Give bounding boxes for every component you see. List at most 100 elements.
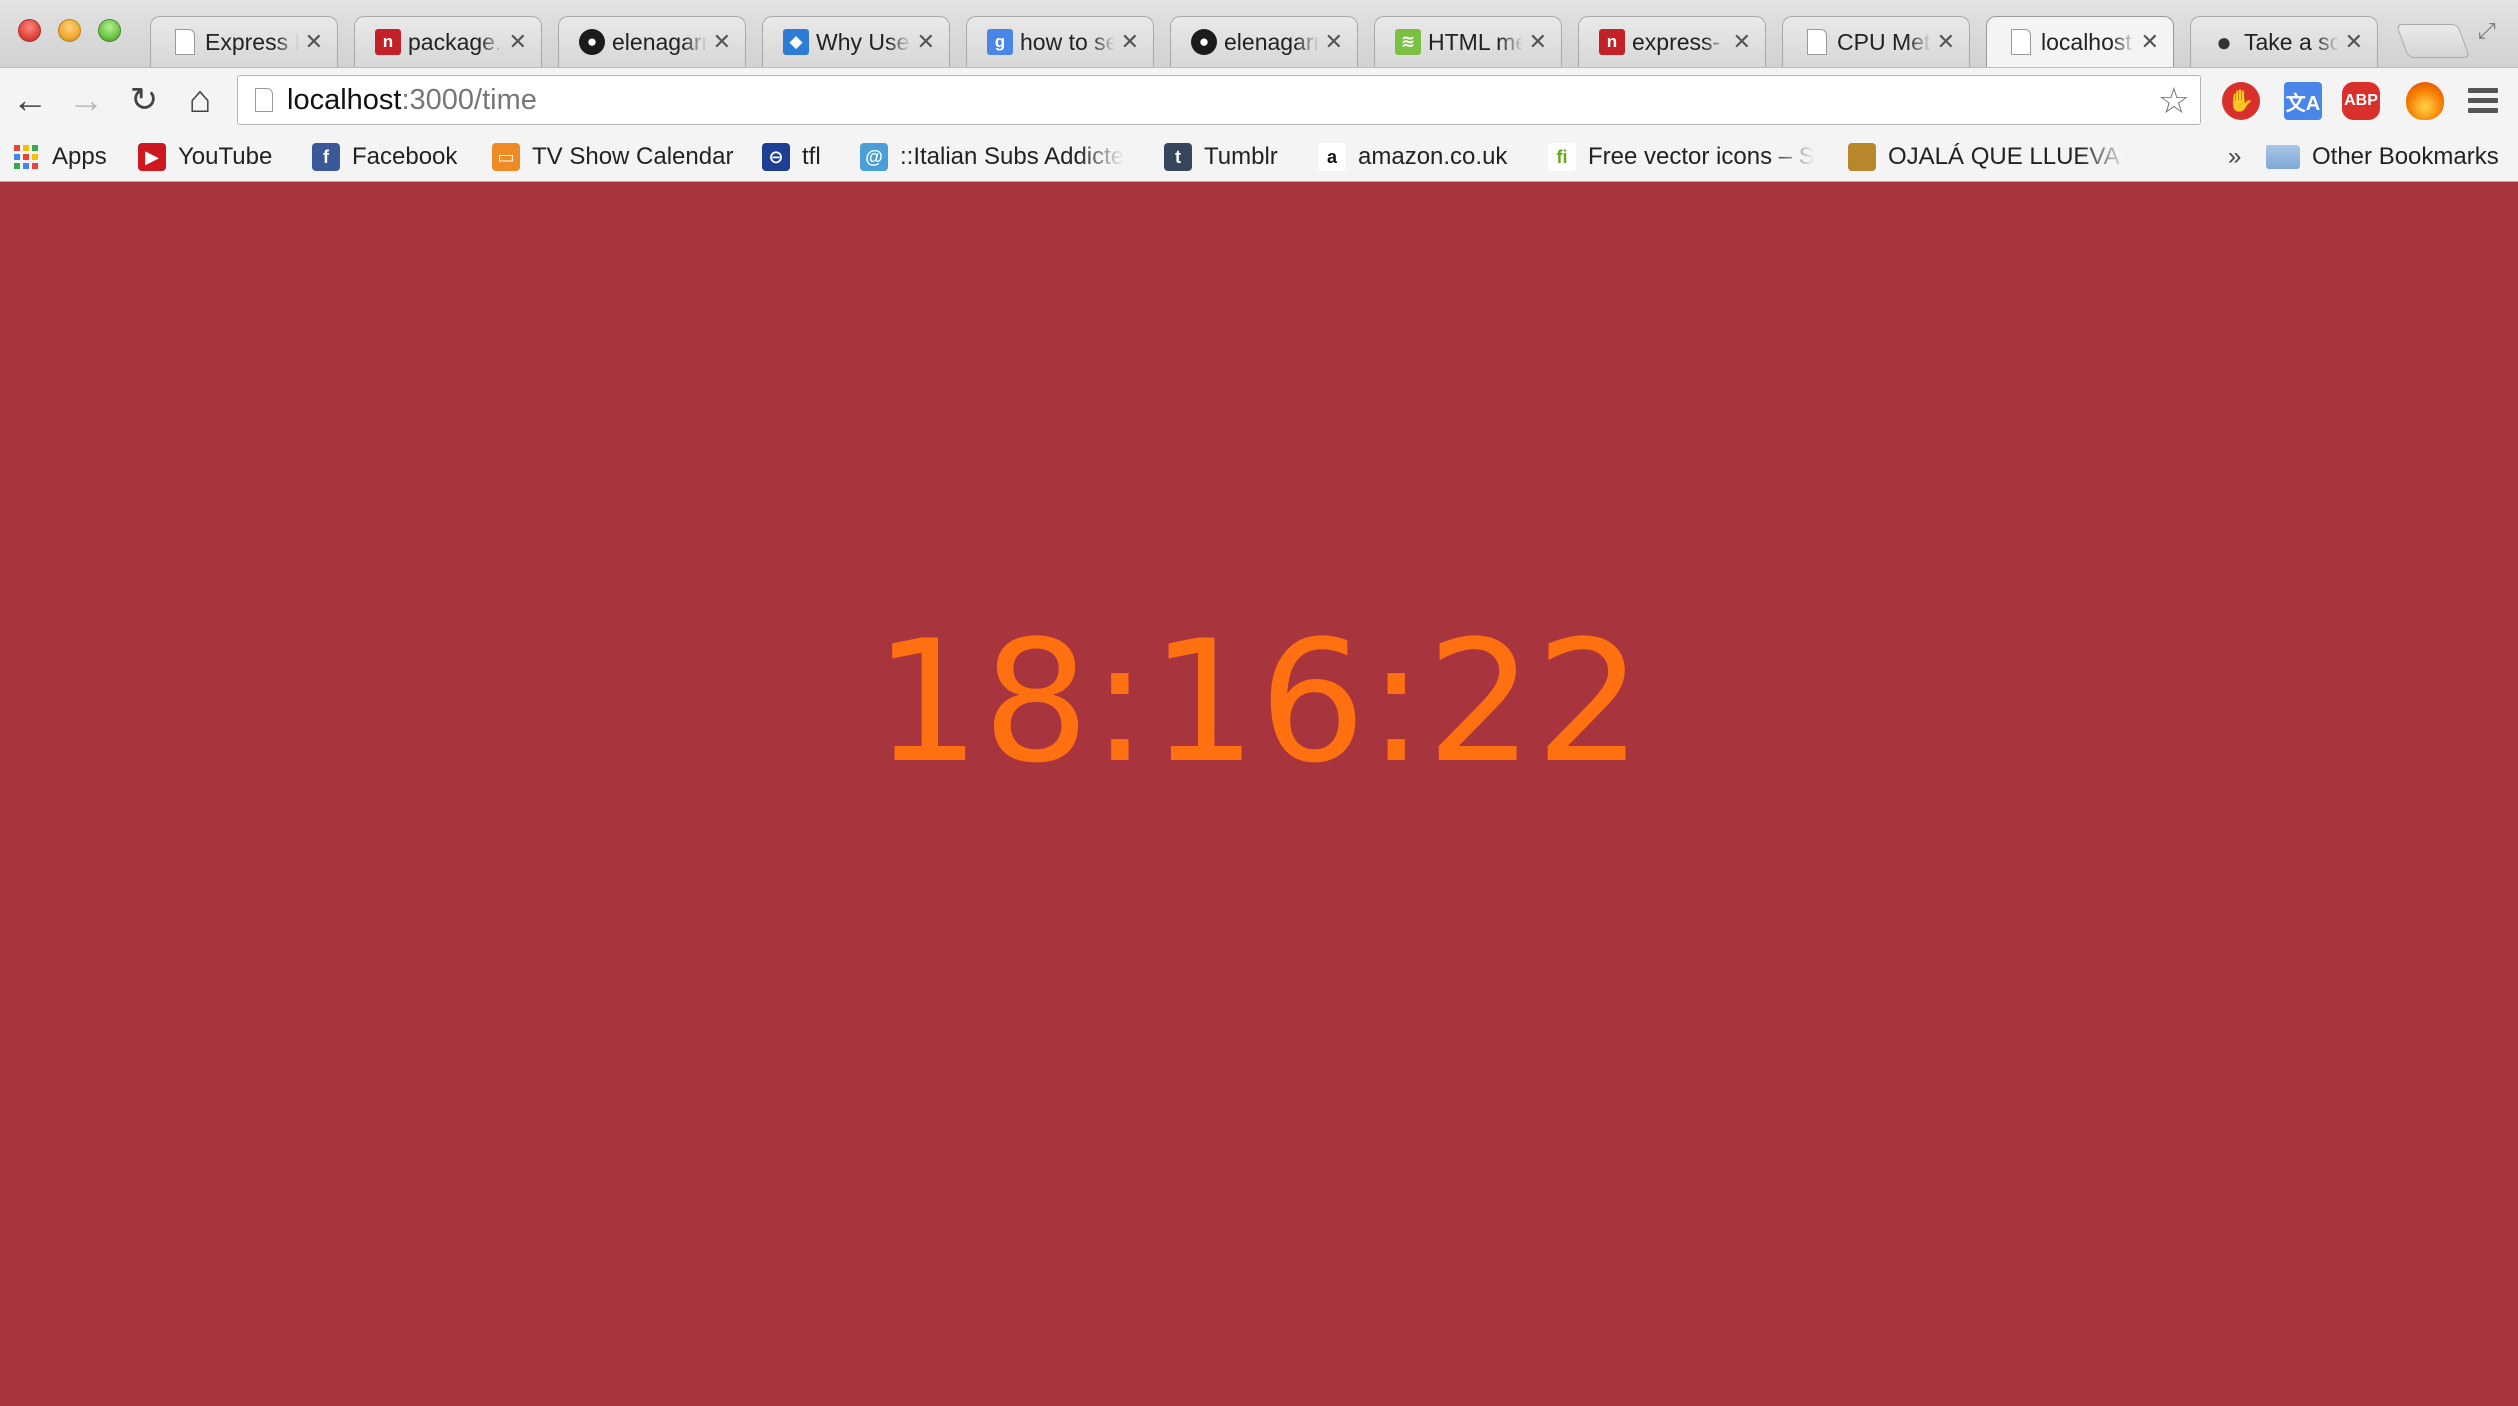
browser-toolbar: ← → ↻ ⌂ localhost:3000/time ☆ ✋ 文A ABP [0,67,2518,133]
tab-close-icon[interactable]: ✕ [1937,29,1955,55]
tab-close-icon[interactable]: ✕ [1733,29,1751,55]
home-button[interactable]: ⌂ [180,80,220,120]
tab-close-icon[interactable]: ✕ [1325,29,1343,55]
tab-close-icon[interactable]: ✕ [509,29,527,55]
tab-close-icon[interactable]: ✕ [713,29,731,55]
zoom-window-button[interactable] [98,19,121,42]
tab-title: localhost [2041,28,2132,55]
google-icon: g [987,29,1013,55]
doc-icon [2011,29,2031,55]
bookmark-amazon-co-uk[interactable]: a amazon.co.uk [1318,141,1507,173]
more-bookmarks-chevron-icon[interactable]: » [2228,143,2241,171]
tab[interactable]: ≋ HTML me ✕ [1374,16,1562,67]
new-tab-button[interactable] [2395,24,2471,58]
bookmark-ojal-que-llueva-c[interactable]: OJALÁ QUE LLUEVA C [1848,141,2128,173]
tab-title: elenagarr [612,28,707,55]
tab[interactable]: ◆ Why Use ✕ [762,16,950,67]
page-icon [255,88,273,112]
bookmark-facebook[interactable]: f Facebook [312,141,457,173]
tab[interactable]: g how to se ✕ [966,16,1154,67]
bookmark-label: YouTube [178,143,273,170]
tab[interactable]: n package.j ✕ [354,16,542,67]
translate-extension-icon[interactable]: 文A [2284,82,2322,120]
fire-extension-icon[interactable] [2406,82,2444,120]
tab-title: Express H [205,28,299,55]
bookmark-label: Free vector icons – S [1588,143,1815,170]
reload-button[interactable]: ↻ [124,80,164,120]
doc-icon [175,29,195,55]
minimize-window-button[interactable] [58,19,81,42]
bookmark-label: tfl [802,143,821,170]
tab[interactable]: Express H✕ [150,16,338,67]
tumblr-icon: t [1164,143,1192,171]
bookmark-tfl[interactable]: ⊖ tfl [762,141,821,173]
tab-close-icon[interactable]: ✕ [305,29,323,55]
bookmark-star-icon[interactable]: ☆ [2158,80,2190,122]
adblock-plus-icon[interactable]: ABP [2342,82,2380,120]
tab[interactable]: ● elenagarr ✕ [1170,16,1358,67]
tab-active[interactable]: localhost ✕ [1986,16,2174,67]
tab-close-icon[interactable]: ✕ [1121,29,1139,55]
fullscreen-icon[interactable]: ⤢ [2478,18,2496,44]
amazon-icon: a [1318,143,1346,171]
bookmark-label: TV Show Calendar [532,143,734,170]
url-text[interactable]: localhost:3000/time [287,84,537,117]
green-site-icon: ≋ [1395,29,1421,55]
bookmark-label: Facebook [352,143,458,170]
tv-icon: ▭ [492,143,520,171]
back-button[interactable]: ← [10,80,50,120]
facebook-icon: f [312,143,340,171]
tab[interactable]: n express- ✕ [1578,16,1766,67]
bookmark-italian-subs-addicte[interactable]: @::Italian Subs Addicte [860,141,1124,173]
tab[interactable]: ● elenagarr ✕ [558,16,746,67]
blue-site-icon: ◆ [783,29,809,55]
thumbnail-icon [1848,143,1876,171]
npm-icon: n [375,29,401,55]
tab-title: CPU Mete [1837,28,1931,55]
tfl-roundel-icon: ⊖ [762,143,790,171]
bookmark-tv-show-calendar[interactable]: ▭ TV Show Calendar [492,141,733,173]
doc-icon [1807,29,1827,55]
tab[interactable]: ● Take a sc ✕ [2190,16,2378,67]
bookmark-youtube[interactable]: ▶ YouTube [138,141,272,173]
tab[interactable]: CPU Mete✕ [1782,16,1970,67]
page-content: 18:16:22 [0,182,2518,1406]
flaticon-icon: fi [1548,143,1576,171]
forward-button[interactable]: → [66,80,106,120]
youtube-icon: ▶ [138,143,166,171]
menu-hamburger-icon[interactable] [2468,88,2498,118]
tab-close-icon[interactable]: ✕ [917,29,935,55]
apps-grid-icon [12,145,40,169]
close-window-button[interactable] [18,19,41,42]
bookmark-label: Tumblr [1204,143,1278,170]
stop-hand-extension-icon[interactable]: ✋ [2222,82,2260,120]
tab-title: package.j [408,28,503,55]
tab-title: HTML me [1428,28,1523,55]
tab-strip: Express H✕npackage.j✕●elenagarr✕◆Why Use… [0,0,2518,67]
url-path: :3000/time [401,83,537,116]
bookmark-label: amazon.co.uk [1358,143,1508,170]
tab-close-icon[interactable]: ✕ [2141,29,2159,55]
other-bookmarks-folder[interactable]: Other Bookmarks [2266,141,2499,173]
tab-title: express- [1632,28,1721,55]
swirl-icon: @ [860,143,888,171]
bookmark-label: Apps [52,143,107,170]
tab-title: how to se [1020,28,1115,55]
tab-close-icon[interactable]: ✕ [1529,29,1547,55]
tab-title: elenagarr [1224,28,1319,55]
tab-close-icon[interactable]: ✕ [2345,29,2363,55]
bookmark-free-vector-icons-s[interactable]: fi Free vector icons – S [1548,141,1815,173]
github-icon: ● [1191,29,1217,55]
address-bar[interactable]: localhost:3000/time ☆ [237,75,2201,125]
bookmarks-bar: Apps ▶ YouTube f Facebook ▭ TV Show Calendar ⊖ t… [0,133,2518,182]
bookmark-apps[interactable]: Apps [12,141,107,173]
apple-icon: ● [2216,26,2232,57]
npm-icon: n [1599,29,1625,55]
bookmark-label: ::Italian Subs Addicte [900,143,1125,170]
bookmark-label: OJALÁ QUE LLUEVA C [1888,143,2128,170]
bookmark-tumblr[interactable]: t Tumblr [1164,141,1278,173]
folder-icon [2266,145,2300,169]
tab-title: Take a sc [2244,28,2339,55]
url-host: localhost [287,83,402,116]
other-bookmarks-label: Other Bookmarks [2312,143,2499,170]
